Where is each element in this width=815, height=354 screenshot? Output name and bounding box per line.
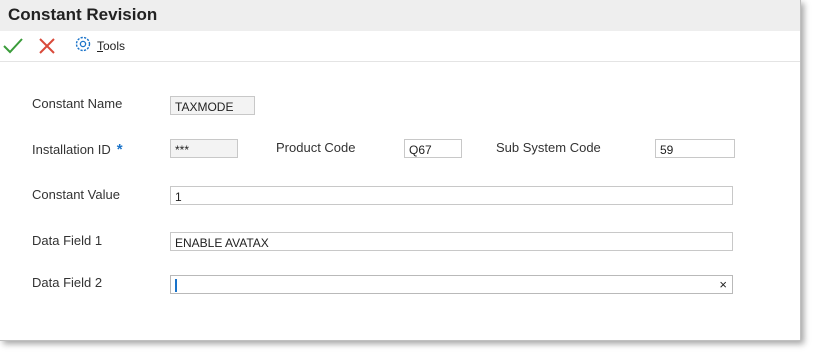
text-cursor (175, 279, 177, 292)
product-code-label: Product Code (276, 140, 356, 155)
gear-icon (74, 35, 92, 58)
constant-value-field[interactable]: 1 (170, 186, 733, 205)
sub-system-code-label: Sub System Code (496, 140, 601, 155)
constant-value-label: Constant Value (32, 187, 120, 202)
toolbar: Tools (0, 31, 800, 62)
required-marker: * (116, 141, 123, 158)
installation-id-field: *** (170, 139, 238, 158)
page-title: Constant Revision (8, 5, 158, 24)
tools-label: Tools (97, 39, 126, 53)
constant-revision-window: Constant Revision Tools Constant Name TA… (0, 0, 801, 341)
data-field-1-input[interactable]: ENABLE AVATAX (170, 232, 733, 251)
data-field-2-input[interactable]: × (170, 275, 733, 294)
data-field-2-label: Data Field 2 (32, 275, 103, 290)
title-bar: Constant Revision (0, 0, 800, 31)
sub-system-code-field[interactable]: 59 (655, 139, 735, 158)
close-icon[interactable] (36, 35, 58, 57)
constant-name-label: Constant Name (32, 96, 123, 111)
clear-icon[interactable]: × (719, 277, 727, 292)
tools-button[interactable]: Tools (74, 36, 125, 56)
constant-name-field: TAXMODE (170, 96, 255, 115)
checkmark-icon[interactable] (2, 35, 24, 57)
data-field-1-label: Data Field 1 (32, 233, 103, 248)
product-code-field[interactable]: Q67 (404, 139, 462, 158)
installation-id-label: Installation ID * (32, 141, 123, 158)
